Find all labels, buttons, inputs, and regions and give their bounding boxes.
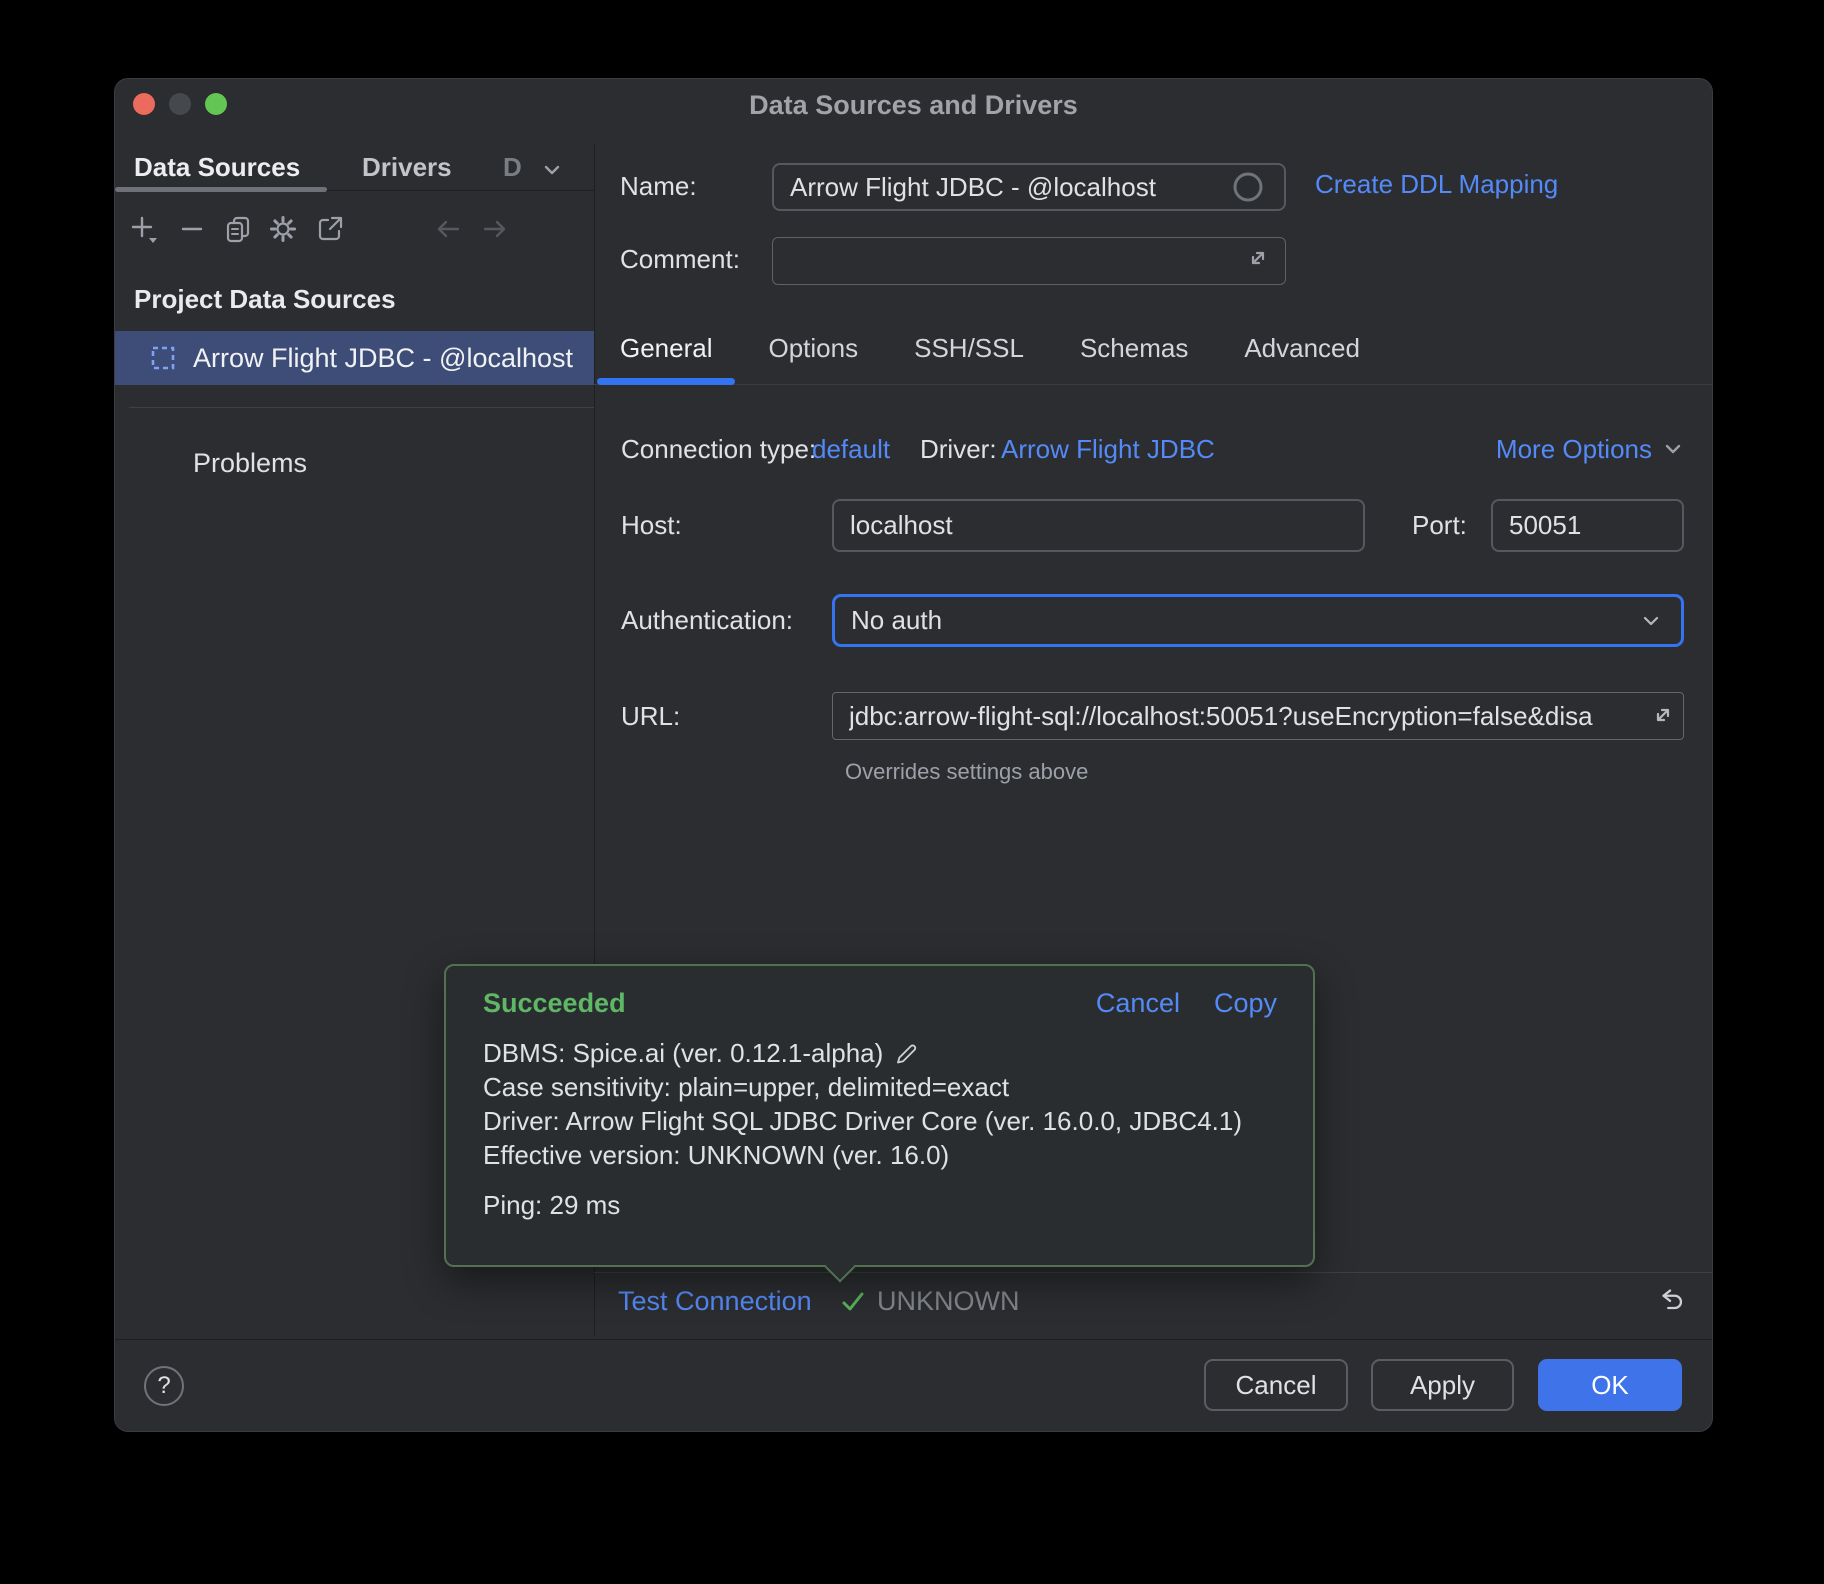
datasource-settings-button[interactable] bbox=[266, 212, 300, 246]
popup-callout-arrow bbox=[824, 1251, 855, 1282]
port-input[interactable] bbox=[1491, 499, 1684, 552]
window-title: Data Sources and Drivers bbox=[115, 89, 1712, 121]
add-datasource-button[interactable] bbox=[127, 212, 161, 246]
chevron-down-icon bbox=[1660, 436, 1686, 462]
more-options-button[interactable]: More Options bbox=[1496, 431, 1686, 467]
ping-line: Ping: 29 ms bbox=[483, 1188, 1277, 1222]
connection-status-text: UNKNOWN bbox=[877, 1283, 1020, 1319]
chevron-down-icon[interactable] bbox=[539, 157, 565, 183]
name-input[interactable] bbox=[772, 163, 1286, 211]
apply-button[interactable]: Apply bbox=[1371, 1359, 1514, 1411]
test-connection-link[interactable]: Test Connection bbox=[618, 1283, 812, 1319]
authentication-value: No auth bbox=[851, 605, 942, 636]
datasource-icon bbox=[149, 344, 177, 372]
dbms-line: DBMS: Spice.ai (ver. 0.12.1-alpha) bbox=[483, 1036, 883, 1070]
driver-line: Driver: Arrow Flight SQL JDBC Driver Cor… bbox=[483, 1104, 1277, 1138]
expand-url-icon[interactable] bbox=[1647, 699, 1679, 731]
popup-cancel-link[interactable]: Cancel bbox=[1096, 988, 1180, 1019]
popup-details: DBMS: Spice.ai (ver. 0.12.1-alpha) Case … bbox=[483, 1036, 1277, 1172]
active-settings-tab-underline bbox=[597, 378, 735, 385]
tabbar-border bbox=[594, 384, 1712, 385]
chevron-down-icon bbox=[1637, 607, 1665, 635]
effective-version-line: Effective version: UNKNOWN (ver. 16.0) bbox=[483, 1138, 1277, 1172]
sidebar-tab-strip: Data Sources Drivers D bbox=[115, 143, 594, 191]
revert-button[interactable] bbox=[1655, 1283, 1689, 1317]
help-question-icon: ? bbox=[157, 1372, 170, 1400]
undo-icon bbox=[1655, 1282, 1689, 1318]
forward-arrow-icon bbox=[478, 212, 512, 246]
ok-button[interactable]: OK bbox=[1538, 1359, 1682, 1411]
datasource-item-label: Arrow Flight JDBC - @localhost bbox=[193, 343, 573, 374]
authentication-label: Authentication: bbox=[621, 602, 793, 638]
tab-data-sources[interactable]: Data Sources bbox=[134, 147, 300, 187]
duplicate-icon bbox=[222, 213, 254, 245]
plus-icon bbox=[128, 213, 160, 245]
tab-schemas[interactable]: Schemas bbox=[1080, 333, 1188, 364]
create-ddl-mapping-link[interactable]: Create DDL Mapping bbox=[1315, 166, 1558, 202]
name-label: Name: bbox=[620, 168, 697, 204]
popup-copy-link[interactable]: Copy bbox=[1214, 988, 1277, 1019]
url-hint-text: Overrides settings above bbox=[845, 759, 1088, 785]
driver-value-link[interactable]: Arrow Flight JDBC bbox=[1001, 431, 1215, 467]
datasource-tree-item[interactable]: Arrow Flight JDBC - @localhost bbox=[115, 331, 594, 385]
open-in-new-button[interactable] bbox=[313, 212, 347, 246]
pencil-icon[interactable] bbox=[893, 1039, 921, 1067]
remove-datasource-button[interactable] bbox=[175, 212, 209, 246]
connection-type-value-link[interactable]: default bbox=[812, 431, 890, 467]
sidebar-separator bbox=[129, 407, 594, 408]
url-input[interactable] bbox=[832, 692, 1684, 740]
gear-icon bbox=[267, 213, 299, 245]
tab-ddl-truncated[interactable]: D bbox=[503, 147, 522, 187]
back-arrow-icon bbox=[431, 212, 465, 246]
connection-type-label: Connection type: bbox=[621, 431, 816, 467]
host-input[interactable] bbox=[832, 499, 1365, 552]
driver-label: Driver: bbox=[920, 431, 997, 467]
duplicate-datasource-button[interactable] bbox=[221, 212, 255, 246]
back-button[interactable] bbox=[431, 212, 465, 246]
footer-divider bbox=[115, 1339, 1712, 1340]
case-sensitivity-line: Case sensitivity: plain=upper, delimited… bbox=[483, 1070, 1277, 1104]
cancel-button[interactable]: Cancel bbox=[1204, 1359, 1348, 1411]
settings-tabbar: General Options SSH/SSL Schemas Advanced bbox=[620, 333, 1360, 364]
progress-spinner-icon bbox=[1231, 170, 1265, 204]
url-label: URL: bbox=[621, 698, 680, 734]
screenshot-canvas: Data Sources and Drivers Data Sources Dr… bbox=[0, 0, 1824, 1584]
host-label: Host: bbox=[621, 507, 682, 543]
tab-options[interactable]: Options bbox=[769, 333, 859, 364]
data-sources-dialog: Data Sources and Drivers Data Sources Dr… bbox=[114, 78, 1713, 1432]
problems-section[interactable]: Problems bbox=[193, 445, 307, 481]
expand-comment-icon[interactable] bbox=[1243, 243, 1273, 273]
forward-button[interactable] bbox=[478, 212, 512, 246]
tab-general[interactable]: General bbox=[620, 333, 713, 364]
port-label: Port: bbox=[1412, 507, 1467, 543]
status-badge: Succeeded bbox=[483, 988, 626, 1019]
open-in-new-icon bbox=[314, 213, 346, 245]
help-button[interactable]: ? bbox=[144, 1366, 184, 1406]
minus-icon bbox=[176, 213, 208, 245]
more-options-label: More Options bbox=[1496, 434, 1652, 465]
success-check-icon bbox=[837, 1286, 869, 1318]
active-tab-underline bbox=[115, 187, 327, 192]
test-row-divider bbox=[594, 1272, 1712, 1273]
comment-label: Comment: bbox=[620, 241, 740, 277]
tab-drivers[interactable]: Drivers bbox=[362, 147, 452, 187]
project-data-sources-header: Project Data Sources bbox=[134, 284, 396, 315]
tab-advanced[interactable]: Advanced bbox=[1244, 333, 1360, 364]
authentication-select[interactable]: No auth bbox=[832, 594, 1684, 647]
tab-ssh-ssl[interactable]: SSH/SSL bbox=[914, 333, 1024, 364]
test-connection-result-popup: Succeeded Cancel Copy DBMS: Spice.ai (ve… bbox=[444, 964, 1315, 1267]
comment-input[interactable] bbox=[772, 237, 1286, 285]
